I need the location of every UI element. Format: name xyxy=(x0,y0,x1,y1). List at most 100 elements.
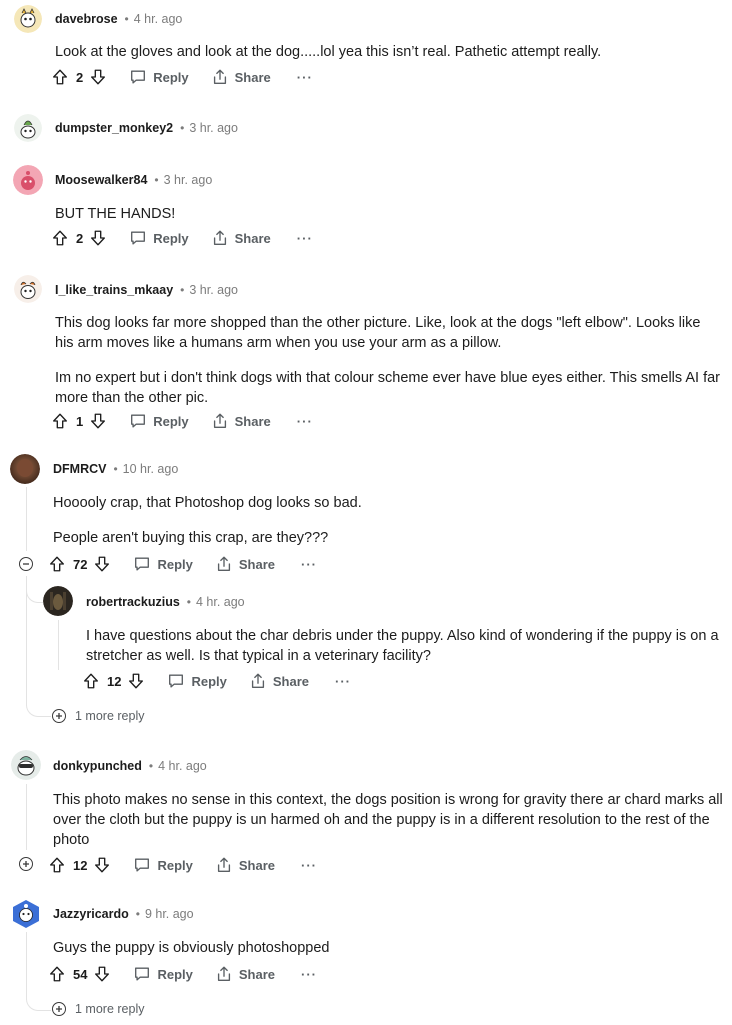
downvote-icon[interactable] xyxy=(93,555,111,573)
reply-button[interactable]: Reply xyxy=(133,555,193,573)
timestamp[interactable]: 10 hr. ago xyxy=(123,462,179,476)
comment-meta: Jazzyricardo • 9 hr. ago xyxy=(53,904,194,924)
username[interactable]: DFMRCV xyxy=(53,462,106,476)
thread-line[interactable] xyxy=(26,487,27,551)
more-options-button[interactable]: ··· xyxy=(301,557,317,572)
thread-connector xyxy=(26,586,43,603)
reply-label: Reply xyxy=(153,69,189,85)
more-replies-link[interactable]: 1 more reply xyxy=(75,1000,144,1018)
more-options-button[interactable]: ··· xyxy=(297,231,313,246)
reply-icon xyxy=(129,68,147,86)
username[interactable]: I_like_trains_mkaay xyxy=(55,283,173,297)
comment-body: This photo makes no sense in this contex… xyxy=(53,790,723,850)
timestamp[interactable]: 4 hr. ago xyxy=(134,12,183,26)
separator-dot: • xyxy=(154,173,159,187)
comment-actions: 1 Reply Share ··· xyxy=(51,410,313,432)
upvote-icon[interactable] xyxy=(51,68,69,86)
timestamp[interactable]: 3 hr. ago xyxy=(189,283,238,297)
downvote-icon[interactable] xyxy=(93,856,111,874)
comment-meta: robertrackuzius • 4 hr. ago xyxy=(86,592,245,612)
downvote-icon[interactable] xyxy=(93,965,111,983)
reply-button[interactable]: Reply xyxy=(167,672,227,690)
collapse-thread-button[interactable] xyxy=(19,557,33,571)
share-button[interactable]: Share xyxy=(211,68,271,86)
username[interactable]: donkypunched xyxy=(53,759,142,773)
comment-paragraph: People aren't buying this crap, are they… xyxy=(53,530,329,546)
username[interactable]: robertrackuzius xyxy=(86,595,180,609)
reply-button[interactable]: Reply xyxy=(133,965,193,983)
separator-dot: • xyxy=(124,12,129,26)
share-label: Share xyxy=(272,673,310,689)
comment-paragraph: Guys the puppy is obviously photoshopped xyxy=(53,940,330,956)
thread-connector xyxy=(26,700,51,717)
username[interactable]: Jazzyricardo xyxy=(53,907,129,921)
reply-button[interactable]: Reply xyxy=(129,229,189,247)
username[interactable]: Moosewalker84 xyxy=(55,173,147,187)
downvote-icon[interactable] xyxy=(89,229,107,247)
downvote-icon[interactable] xyxy=(127,672,145,690)
reply-label: Reply xyxy=(153,230,189,246)
vote-control: 1 xyxy=(51,412,107,430)
timestamp[interactable]: 9 hr. ago xyxy=(145,907,194,921)
separator-dot: • xyxy=(113,462,118,476)
username[interactable]: dumpster_monkey2 xyxy=(55,121,173,135)
upvote-icon[interactable] xyxy=(82,672,100,690)
upvote-icon[interactable] xyxy=(48,555,66,573)
separator-dot: • xyxy=(135,907,140,921)
timestamp[interactable]: 3 hr. ago xyxy=(164,173,213,187)
comment-meta: davebrose • 4 hr. ago xyxy=(55,9,182,29)
separator-dot: • xyxy=(186,595,191,609)
expand-replies-button[interactable] xyxy=(52,1002,66,1016)
avatar[interactable] xyxy=(11,750,41,780)
more-options-button[interactable]: ··· xyxy=(301,967,317,982)
share-button[interactable]: Share xyxy=(211,412,271,430)
timestamp[interactable]: 3 hr. ago xyxy=(189,121,238,135)
expand-replies-button[interactable] xyxy=(52,709,66,723)
more-options-button[interactable]: ··· xyxy=(297,70,313,85)
expand-thread-button[interactable] xyxy=(19,857,33,871)
plus-icon xyxy=(56,1006,62,1012)
avatar[interactable] xyxy=(10,454,40,484)
minus-icon xyxy=(23,563,29,565)
vote-control: 2 xyxy=(51,68,107,86)
avatar[interactable] xyxy=(13,165,43,195)
share-button[interactable]: Share xyxy=(211,229,271,247)
thread-line[interactable] xyxy=(58,620,59,670)
comment-actions: 2 Reply Share ··· xyxy=(51,66,313,88)
vote-control: 2 xyxy=(51,229,107,247)
timestamp[interactable]: 4 hr. ago xyxy=(158,759,207,773)
comment-actions: 54 Reply Share ··· xyxy=(48,963,317,985)
reply-icon xyxy=(167,672,185,690)
thread-line[interactable] xyxy=(26,784,27,850)
avatar[interactable] xyxy=(14,114,42,142)
more-options-button[interactable]: ··· xyxy=(335,674,351,689)
share-button[interactable]: Share xyxy=(215,555,275,573)
downvote-icon[interactable] xyxy=(89,68,107,86)
downvote-icon[interactable] xyxy=(89,412,107,430)
reply-button[interactable]: Reply xyxy=(133,856,193,874)
username[interactable]: davebrose xyxy=(55,12,118,26)
share-button[interactable]: Share xyxy=(215,856,275,874)
avatar[interactable] xyxy=(43,586,73,616)
upvote-icon[interactable] xyxy=(48,856,66,874)
vote-control: 12 xyxy=(82,672,145,690)
thread-line[interactable] xyxy=(26,932,27,1000)
more-replies-link[interactable]: 1 more reply xyxy=(75,707,144,725)
comment-body: BUT THE HANDS! xyxy=(55,204,715,224)
more-options-button[interactable]: ··· xyxy=(297,414,313,429)
timestamp[interactable]: 4 hr. ago xyxy=(196,595,245,609)
more-options-button[interactable]: ··· xyxy=(301,858,317,873)
upvote-icon[interactable] xyxy=(51,229,69,247)
share-button[interactable]: Share xyxy=(249,672,309,690)
share-button[interactable]: Share xyxy=(215,965,275,983)
vote-control: 72 xyxy=(48,555,111,573)
avatar[interactable] xyxy=(14,275,42,303)
reply-label: Reply xyxy=(157,966,193,982)
avatar[interactable] xyxy=(14,5,42,33)
upvote-icon[interactable] xyxy=(48,965,66,983)
reply-button[interactable]: Reply xyxy=(129,412,189,430)
upvote-icon[interactable] xyxy=(51,412,69,430)
share-label: Share xyxy=(238,857,276,873)
avatar[interactable] xyxy=(11,899,41,929)
reply-button[interactable]: Reply xyxy=(129,68,189,86)
